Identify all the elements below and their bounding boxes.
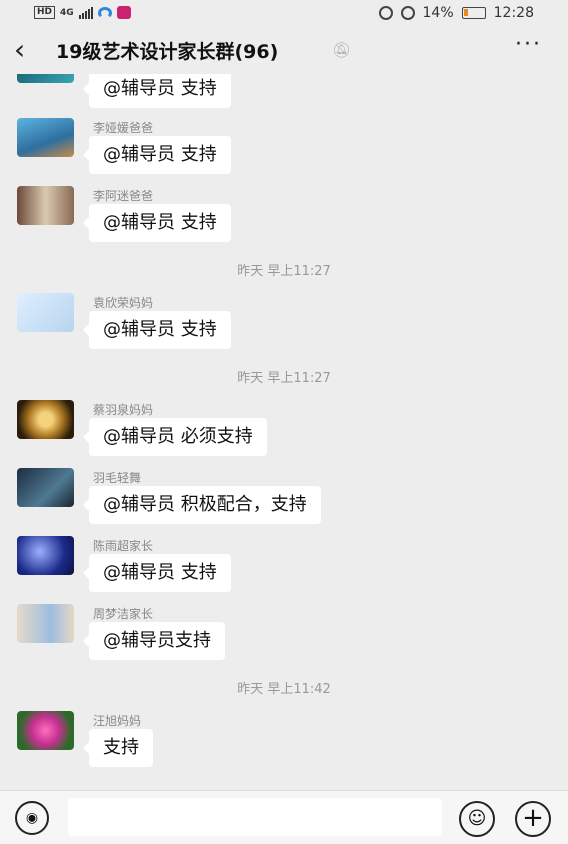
message-bubble[interactable]: @辅导员 支持: [83, 136, 231, 174]
do-not-disturb-icon: [400, 6, 415, 20]
avatar[interactable]: [17, 118, 74, 157]
avatar[interactable]: [17, 186, 74, 225]
avatar[interactable]: [17, 468, 74, 507]
avatar[interactable]: [17, 711, 74, 750]
message-input-bar: ◉ ☺ +: [0, 790, 568, 844]
signal-icon: [78, 6, 93, 19]
hd-badge: HD: [34, 6, 56, 19]
chat-header: ‹ 19级艺术设计家长群(96) 🔕︎ ···: [0, 28, 568, 74]
timestamp: 昨天 早上11:42: [237, 682, 331, 697]
plus-icon[interactable]: +: [515, 801, 551, 837]
sender-name: 李阿迷爸爸: [93, 189, 154, 203]
mute-bell-icon: 🔕︎: [332, 41, 352, 59]
clock: 12:28: [493, 5, 534, 21]
avatar[interactable]: [17, 74, 74, 83]
message-input[interactable]: [68, 798, 442, 836]
back-arrow-icon[interactable]: ‹: [14, 32, 44, 68]
avatar[interactable]: [17, 536, 74, 575]
avatar[interactable]: [17, 293, 74, 332]
status-bar: HD 4G 14% 12:28: [0, 0, 568, 28]
timestamp: 昨天 早上11:27: [237, 264, 331, 279]
message-bubble[interactable]: @辅导员 支持: [83, 74, 231, 108]
sender-name: 蔡羽泉妈妈: [93, 403, 154, 417]
alarm-icon: [378, 6, 393, 20]
more-options-button[interactable]: ···: [515, 32, 542, 57]
message-bubble[interactable]: 支持: [83, 729, 153, 767]
status-bar-left: HD 4G: [34, 6, 131, 19]
sender-name: 周梦洁家长: [93, 607, 154, 621]
message-bubble[interactable]: @辅导员 必须支持: [83, 418, 267, 456]
avatar[interactable]: [17, 400, 74, 439]
sender-name: 羽毛轻舞: [93, 471, 142, 485]
network-label: 4G: [60, 7, 74, 18]
app-notification-icon: [116, 6, 131, 19]
sender-name: 袁欣荣妈妈: [93, 296, 154, 310]
message-bubble[interactable]: @辅导员 支持: [83, 554, 231, 592]
message-bubble[interactable]: @辅导员 支持: [83, 204, 231, 242]
chat-message-list[interactable]: @辅导员 支持 李娅媛爸爸 @辅导员 支持 李阿迷爸爸 @辅导员 支持 昨天 早…: [0, 74, 568, 790]
avatar[interactable]: [17, 604, 74, 643]
message-bubble[interactable]: @辅导员支持: [83, 622, 225, 660]
app-notification-icon: [97, 6, 112, 19]
emoji-icon[interactable]: ☺: [459, 801, 495, 837]
sender-name: 汪旭妈妈: [93, 714, 142, 728]
status-bar-right: 14% 12:28: [378, 5, 534, 21]
battery-icon: [461, 7, 486, 19]
message-bubble[interactable]: @辅导员 支持: [83, 311, 231, 349]
sender-name: 李娅媛爸爸: [93, 121, 154, 135]
voice-icon[interactable]: ◉: [15, 801, 49, 835]
battery-percent: 14%: [422, 5, 454, 21]
timestamp: 昨天 早上11:27: [237, 371, 331, 386]
sender-name: 陈雨超家长: [93, 539, 154, 553]
chat-title: 19级艺术设计家长群(96): [56, 41, 279, 63]
message-bubble[interactable]: @辅导员 积极配合，支持: [83, 486, 321, 524]
